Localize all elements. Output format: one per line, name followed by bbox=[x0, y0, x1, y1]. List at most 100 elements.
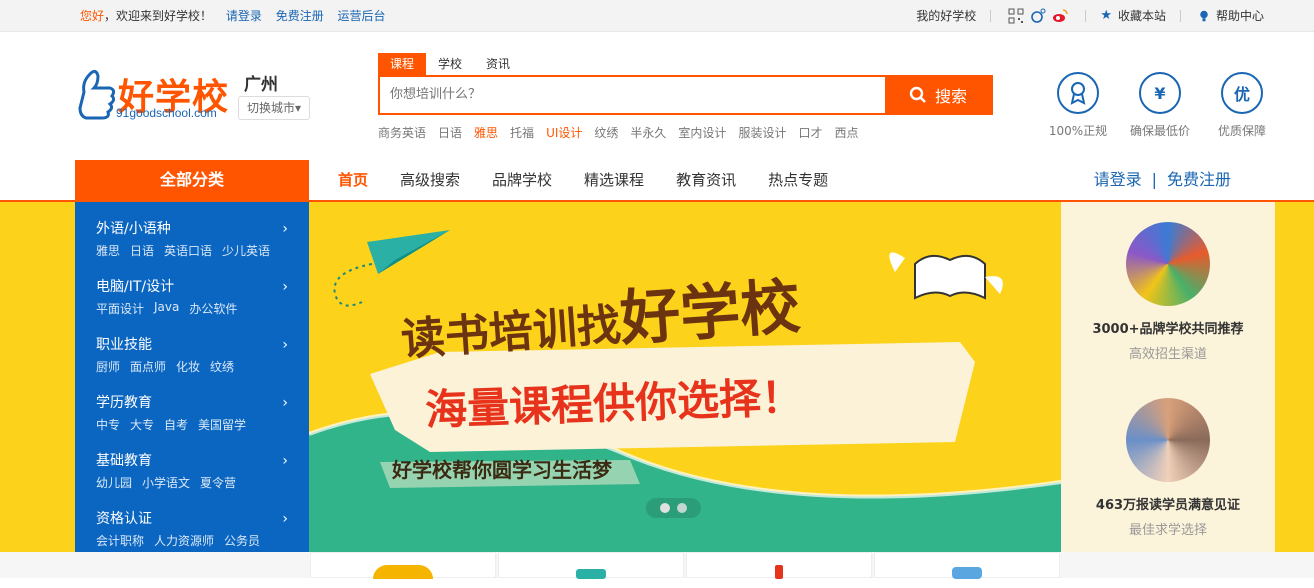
top-right-links: 我的好学校 ★ 收藏本站 帮助中心 bbox=[916, 0, 1264, 32]
top-login-link[interactable]: 请登录 bbox=[226, 9, 262, 23]
category-sub[interactable]: 自考 bbox=[164, 416, 188, 433]
category-title: 基础教育 bbox=[96, 453, 152, 469]
banner-headline-b: 好学校 bbox=[617, 272, 803, 355]
divider bbox=[1179, 10, 1181, 22]
chevron-right-icon: › bbox=[282, 279, 288, 295]
current-city: 广州 bbox=[244, 75, 278, 95]
badge-lowest-price: ¥ 确保最低价 bbox=[1130, 72, 1190, 139]
category-sub[interactable]: 少儿英语 bbox=[222, 242, 270, 259]
category-sub[interactable]: 美国留学 bbox=[198, 416, 246, 433]
search-tab-course[interactable]: 课程 bbox=[378, 53, 427, 75]
category-sub[interactable]: 中专 bbox=[96, 416, 120, 433]
banner-headline-a: 读书培训找 bbox=[399, 299, 623, 366]
search-button[interactable]: 搜索 bbox=[885, 77, 991, 113]
hot-keyword[interactable]: 西点 bbox=[834, 124, 858, 141]
hot-keyword[interactable]: 服装设计 bbox=[738, 124, 786, 141]
badge-label: 优质保障 bbox=[1217, 124, 1266, 138]
search-button-label: 搜索 bbox=[934, 87, 967, 106]
category-sub[interactable]: 厨师 bbox=[96, 358, 120, 375]
category-item[interactable]: 学历教育 › 中专 大专 自考 美国留学 bbox=[96, 392, 296, 433]
weibo-blue-icon[interactable] bbox=[1030, 8, 1046, 24]
category-title: 学历教育 bbox=[96, 395, 152, 411]
site-logo[interactable]: 好学校 91goodschool.com bbox=[76, 62, 236, 124]
hot-keyword[interactable]: 口才 bbox=[798, 124, 822, 141]
qrcode-icon[interactable] bbox=[1008, 8, 1024, 24]
price-shield-icon: ¥ bbox=[1139, 72, 1181, 114]
category-sub[interactable]: 办公软件 bbox=[189, 300, 237, 317]
switch-city-button[interactable]: 切换城市▾ bbox=[238, 96, 310, 120]
category-sub[interactable]: Java bbox=[154, 300, 179, 317]
logo-url: 91goodschool.com bbox=[116, 106, 217, 120]
hot-keyword[interactable]: 日语 bbox=[438, 124, 462, 141]
bottom-tile[interactable] bbox=[310, 552, 496, 579]
nav-edu-news[interactable]: 教育资讯 bbox=[676, 160, 736, 200]
category-item[interactable]: 资格认证 › 会计职称 人力资源师 公务员 bbox=[96, 508, 296, 549]
category-item[interactable]: 职业技能 › 厨师 面点师 化妆 纹绣 bbox=[96, 334, 296, 375]
search-box: 搜索 bbox=[378, 75, 993, 115]
badge-quality: 优 优质保障 bbox=[1212, 72, 1272, 139]
hot-keyword[interactable]: UI设计 bbox=[546, 124, 582, 141]
divider: | bbox=[1151, 170, 1157, 189]
category-item[interactable]: 外语/小语种 › 雅思 日语 英语口语 少儿英语 bbox=[96, 218, 296, 259]
category-sub[interactable]: 幼儿园 bbox=[96, 474, 132, 491]
badge-label: 确保最低价 bbox=[1130, 124, 1191, 138]
nav-login-area: 请登录 | 免费注册 bbox=[1094, 160, 1231, 200]
nav-login-link[interactable]: 请登录 bbox=[1094, 170, 1142, 189]
category-sub[interactable]: 大专 bbox=[130, 416, 154, 433]
category-sub[interactable]: 公务员 bbox=[224, 532, 260, 549]
category-sub[interactable]: 小学语文 bbox=[142, 474, 190, 491]
category-sub[interactable]: 人力资源师 bbox=[154, 532, 214, 549]
category-sub[interactable]: 平面设计 bbox=[96, 300, 144, 317]
bottom-tile[interactable] bbox=[498, 552, 684, 579]
nav-home[interactable]: 首页 bbox=[338, 160, 368, 200]
category-sub[interactable]: 面点师 bbox=[130, 358, 166, 375]
promo-desc: 高效招生渠道 bbox=[1128, 347, 1207, 362]
chevron-right-icon: › bbox=[282, 337, 288, 353]
top-register-link[interactable]: 免费注册 bbox=[276, 9, 324, 23]
search-tabs: 课程 学校 资讯 bbox=[378, 53, 522, 75]
help-link[interactable]: 帮助中心 bbox=[1216, 0, 1264, 32]
bottom-tile[interactable] bbox=[686, 552, 872, 579]
my-school-link[interactable]: 我的好学校 bbox=[916, 0, 976, 32]
category-sub[interactable]: 雅思 bbox=[96, 242, 120, 259]
category-sub[interactable]: 纹绣 bbox=[210, 358, 234, 375]
all-categories-button[interactable]: 全部分类 bbox=[75, 160, 309, 200]
hot-keyword[interactable]: 纹绣 bbox=[594, 124, 618, 141]
search-input[interactable] bbox=[390, 77, 870, 113]
search-tab-school[interactable]: 学校 bbox=[426, 53, 474, 75]
category-item[interactable]: 基础教育 › 幼儿园 小学语文 夏令营 bbox=[96, 450, 296, 491]
hot-keyword[interactable]: 托福 bbox=[510, 124, 534, 141]
favorite-link[interactable]: 收藏本站 bbox=[1118, 0, 1166, 32]
promo-brand-schools[interactable]: 3000+品牌学校共同推荐 高效招生渠道 bbox=[1061, 222, 1275, 362]
weibo-icon[interactable] bbox=[1052, 8, 1069, 24]
hot-keyword[interactable]: 半永久 bbox=[630, 124, 666, 141]
nav-advanced-search[interactable]: 高级搜索 bbox=[400, 160, 460, 200]
hot-keyword[interactable]: 雅思 bbox=[474, 124, 498, 141]
category-item[interactable]: 电脑/IT/设计 › 平面设计 Java 办公软件 bbox=[96, 276, 296, 317]
promo-students[interactable]: 463万报读学员满意见证 最佳求学选择 bbox=[1061, 398, 1275, 538]
nav-brand-schools[interactable]: 品牌学校 bbox=[492, 160, 552, 200]
category-sub[interactable]: 日语 bbox=[130, 242, 154, 259]
hot-keyword[interactable]: 室内设计 bbox=[678, 124, 726, 141]
category-title: 电脑/IT/设计 bbox=[96, 279, 175, 295]
help-bulb-icon bbox=[1200, 10, 1208, 22]
star-icon: ★ bbox=[1100, 8, 1112, 23]
main-nav: 首页 高级搜索 品牌学校 精选课程 教育资讯 热点专题 bbox=[338, 160, 828, 200]
divider bbox=[1085, 10, 1087, 22]
admin-link[interactable]: 运营后台 bbox=[338, 9, 386, 23]
search-tab-news[interactable]: 资讯 bbox=[474, 53, 522, 75]
nav-register-link[interactable]: 免费注册 bbox=[1167, 170, 1231, 189]
category-sub[interactable]: 夏令营 bbox=[200, 474, 236, 491]
welcome-text: ，欢迎来到好学校！ bbox=[104, 9, 213, 23]
chevron-right-icon: › bbox=[282, 511, 288, 527]
students-photo-image bbox=[1126, 398, 1210, 482]
search-icon bbox=[909, 86, 926, 103]
category-sub[interactable]: 英语口语 bbox=[164, 242, 212, 259]
hot-keyword[interactable]: 商务英语 bbox=[378, 124, 426, 141]
bottom-tile[interactable] bbox=[874, 552, 1060, 579]
category-sub[interactable]: 化妆 bbox=[176, 358, 200, 375]
chevron-right-icon: › bbox=[282, 395, 288, 411]
nav-featured-courses[interactable]: 精选课程 bbox=[584, 160, 644, 200]
nav-hot-topics[interactable]: 热点专题 bbox=[768, 160, 828, 200]
category-sub[interactable]: 会计职称 bbox=[96, 532, 144, 549]
